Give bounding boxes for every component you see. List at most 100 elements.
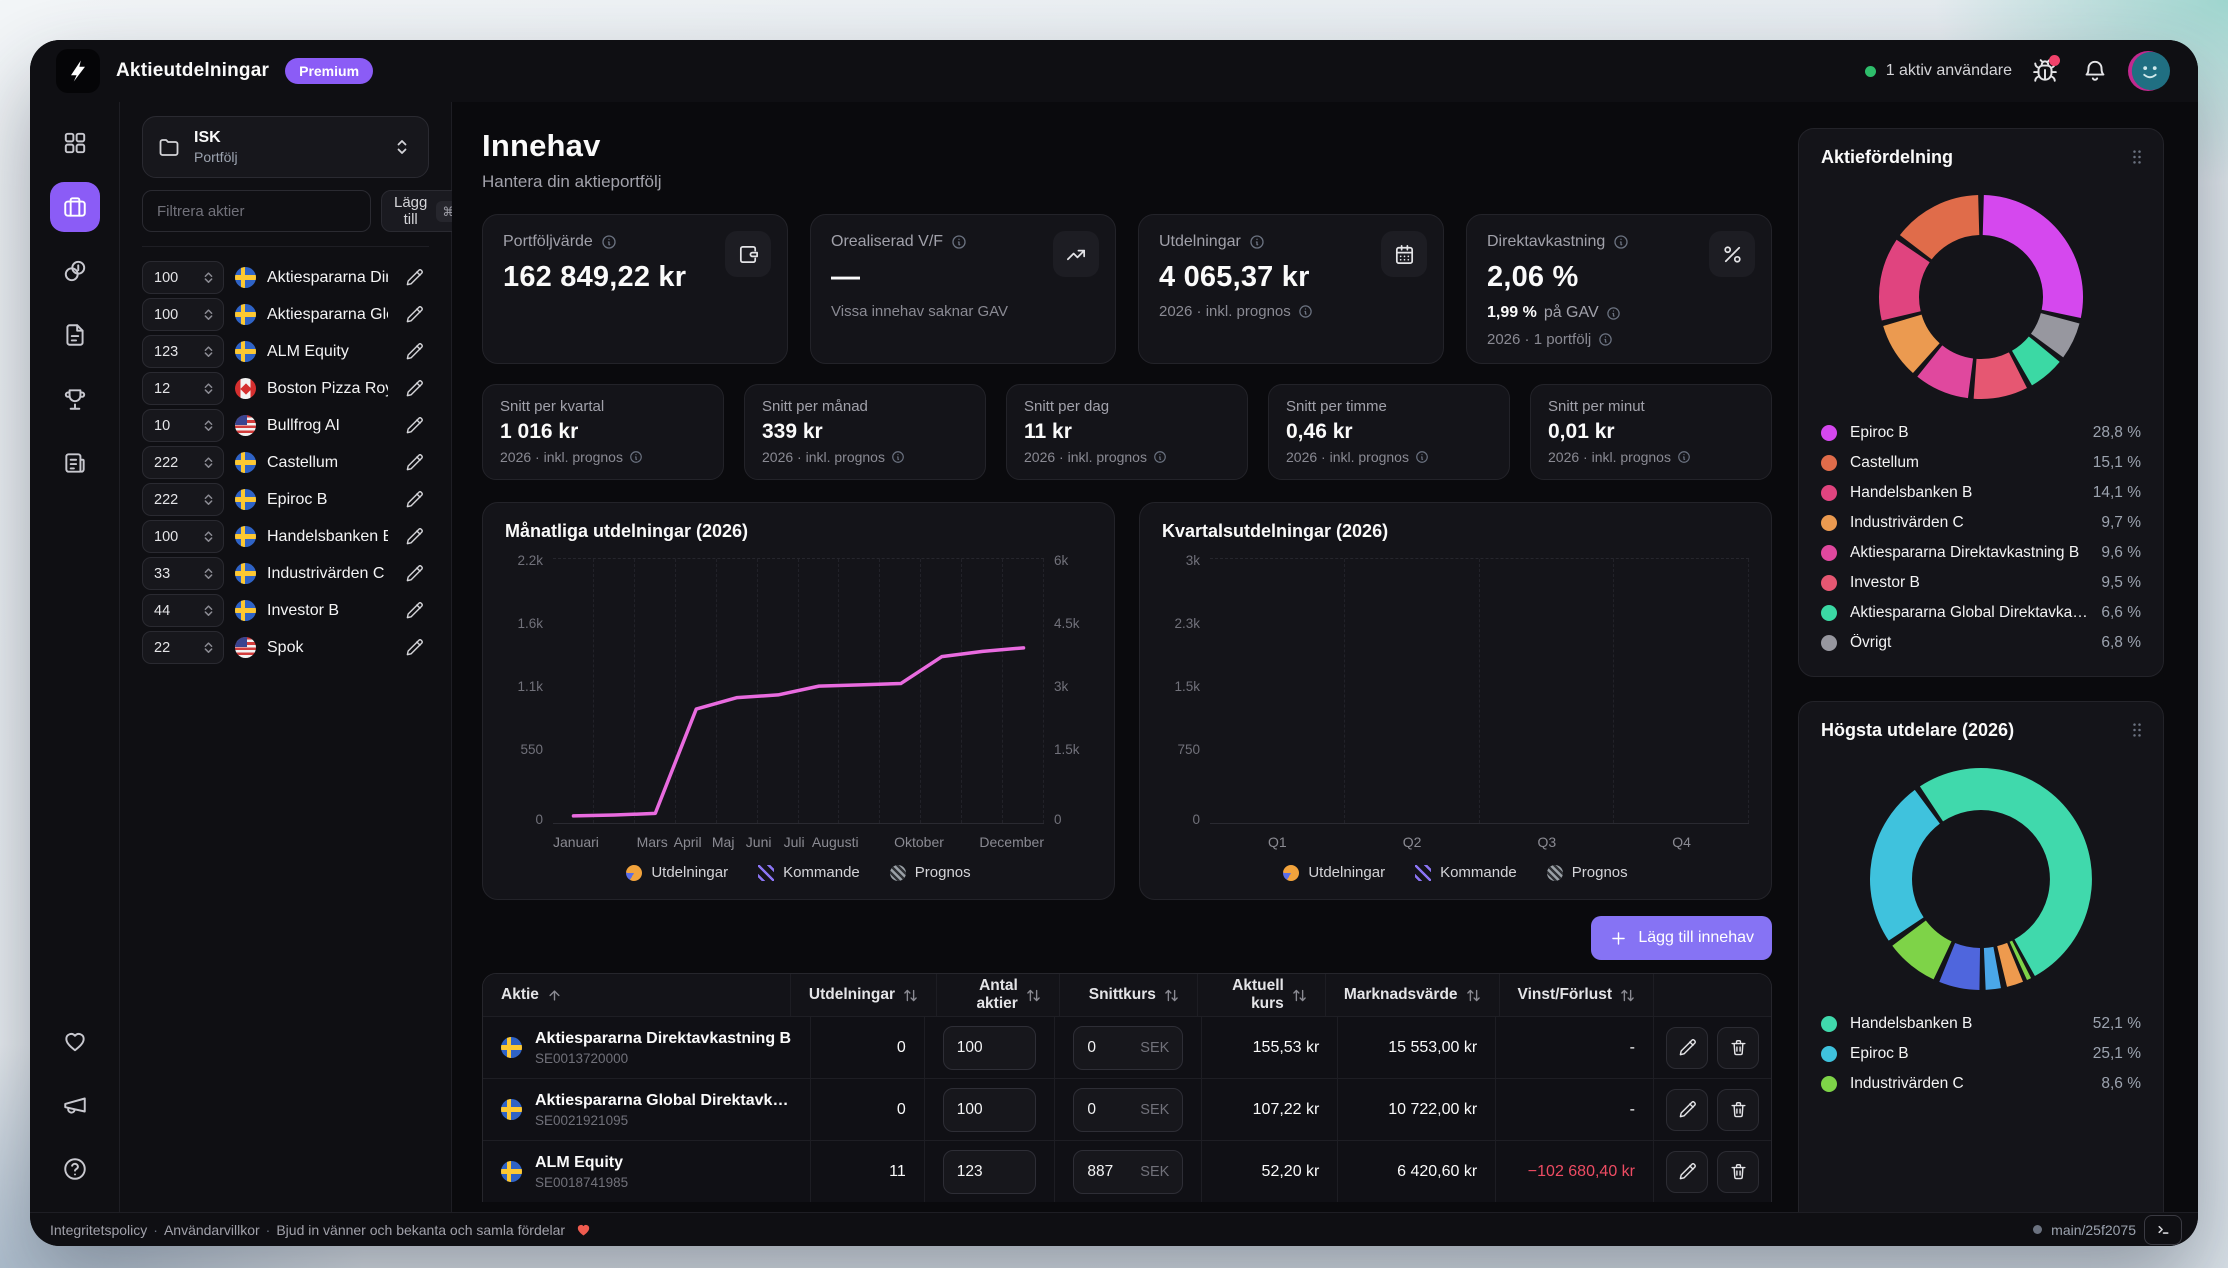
column-header-kurs[interactable]: Aktuell kurs — [1197, 974, 1325, 1016]
stats-row: Portföljvärde 162 849,22 kr Orealiserad … — [482, 214, 1772, 364]
info-icon[interactable] — [1598, 332, 1613, 347]
quantity-stepper[interactable]: 100 — [142, 520, 224, 553]
chart-legend: Utdelningar Kommande Prognos — [1162, 864, 1749, 881]
column-header-aktie[interactable]: Aktie — [483, 974, 790, 1016]
quantity-stepper[interactable]: 222 — [142, 446, 224, 479]
nav-portfolio[interactable] — [50, 182, 100, 232]
bug-report-button[interactable] — [2028, 54, 2062, 88]
footer-link[interactable]: Bjud in vänner och bekanta och samla för… — [276, 1222, 565, 1238]
filter-stocks-input[interactable] — [142, 190, 371, 232]
info-icon[interactable] — [1153, 450, 1167, 464]
info-icon[interactable] — [1415, 450, 1429, 464]
drag-handle[interactable] — [2123, 143, 2151, 171]
nav-dashboard[interactable] — [50, 118, 100, 168]
edit-stock-button[interactable] — [399, 522, 429, 552]
info-icon[interactable] — [951, 234, 967, 250]
edit-holding-button[interactable] — [1666, 1089, 1708, 1131]
edit-holding-button[interactable] — [1666, 1151, 1708, 1193]
monthly-dividends-chart: Månatliga utdelningar (2026) 2.2k1.6k1.1… — [482, 502, 1115, 900]
snittkurs-input[interactable]: 0SEK — [1073, 1088, 1183, 1132]
column-header-antal[interactable]: Antal aktier — [936, 974, 1059, 1016]
snittkurs-input[interactable]: 887SEK — [1073, 1150, 1183, 1194]
delete-holding-button[interactable] — [1717, 1027, 1759, 1069]
legend-item: Aktiespararna Global Direktavkastning B … — [1821, 598, 2141, 628]
nav-achievements[interactable] — [50, 374, 100, 424]
mini-stat-value: 1 016 kr — [500, 420, 706, 444]
column-header-varde[interactable]: Marknadsvärde — [1325, 974, 1499, 1016]
footer-link[interactable]: Integritetspolicy — [50, 1222, 147, 1238]
column-header-vf[interactable]: Vinst/Förlust — [1499, 974, 1653, 1016]
antal-input[interactable]: 123 — [943, 1150, 1037, 1194]
notifications-button[interactable] — [2078, 54, 2112, 88]
add-holding-button[interactable]: Lägg till innehav — [1591, 916, 1772, 960]
info-icon[interactable] — [1249, 234, 1265, 250]
portfolio-selector[interactable]: ISK Portfölj — [142, 116, 429, 178]
legend-item: Industrivärden C 9,7 % — [1821, 508, 2141, 538]
nav-reports[interactable] — [50, 310, 100, 360]
quantity-stepper[interactable]: 44 — [142, 594, 224, 627]
delete-holding-button[interactable] — [1717, 1151, 1759, 1193]
terminal-button[interactable] — [2144, 1215, 2182, 1245]
edit-stock-button[interactable] — [399, 263, 429, 293]
quantity-stepper[interactable]: 100 — [142, 298, 224, 331]
holdings-table-row: ALM Equity SE0018741985 11 123 887SEK 52… — [483, 1140, 1771, 1202]
antal-input[interactable]: 100 — [943, 1026, 1037, 1070]
info-icon[interactable] — [1677, 450, 1691, 464]
edit-stock-button[interactable] — [399, 448, 429, 478]
mini-stat-value: 11 kr — [1024, 420, 1230, 444]
bar-group — [1210, 559, 1344, 823]
drag-handle[interactable] — [2123, 716, 2151, 744]
mini-stat-card: Snitt per minut 0,01 kr 2026 · inkl. pro… — [1530, 384, 1772, 480]
edit-stock-button[interactable] — [399, 300, 429, 330]
quantity-stepper[interactable]: 10 — [142, 409, 224, 442]
help-icon — [62, 1156, 88, 1182]
quantity-stepper[interactable]: 33 — [142, 557, 224, 590]
info-icon[interactable] — [1606, 306, 1621, 321]
nav-dividends[interactable] — [50, 246, 100, 296]
nav-announcements[interactable] — [50, 1080, 100, 1130]
nav-help[interactable] — [50, 1144, 100, 1194]
nav-news[interactable] — [50, 438, 100, 488]
antal-input[interactable]: 100 — [943, 1088, 1037, 1132]
edit-stock-button[interactable] — [399, 411, 429, 441]
legend-label: Epiroc B — [1850, 424, 2080, 442]
legend-label: Investor B — [1850, 574, 2088, 592]
info-icon[interactable] — [629, 450, 643, 464]
stat-card-portfolio-value: Portföljvärde 162 849,22 kr — [482, 214, 788, 364]
legend-utdelningar-icon — [1283, 865, 1299, 881]
chart-legend: Utdelningar Kommande Prognos — [505, 864, 1092, 881]
pencil-icon — [405, 342, 424, 361]
snittkurs-input[interactable]: 0SEK — [1073, 1026, 1183, 1070]
info-icon[interactable] — [1298, 304, 1313, 319]
column-header-snittkurs[interactable]: Snittkurs — [1059, 974, 1197, 1016]
user-avatar[interactable] — [2128, 50, 2170, 92]
holdings-table-row: Aktiespararna Global Direktavkastning B … — [483, 1078, 1771, 1140]
nav-favorites[interactable] — [50, 1016, 100, 1066]
edit-stock-button[interactable] — [399, 633, 429, 663]
page-title: Innehav — [482, 128, 1772, 164]
footer-link[interactable]: Användarvillkor — [164, 1222, 260, 1238]
info-icon[interactable] — [891, 450, 905, 464]
info-icon[interactable] — [1613, 234, 1629, 250]
quantity-stepper[interactable]: 12 — [142, 372, 224, 405]
allocation-donut-chart — [1878, 194, 2084, 400]
info-icon[interactable] — [601, 234, 617, 250]
quantity-stepper[interactable]: 100 — [142, 261, 224, 294]
quantity-stepper[interactable]: 222 — [142, 483, 224, 516]
edit-stock-button[interactable] — [399, 485, 429, 515]
edit-holding-button[interactable] — [1666, 1027, 1708, 1069]
main-content: Innehav Hantera din aktieportfölj Portfö… — [452, 102, 2198, 1212]
legend-kommande-icon — [1415, 865, 1431, 881]
sort-icon — [903, 988, 918, 1003]
quantity-stepper[interactable]: 123 — [142, 335, 224, 368]
edit-stock-button[interactable] — [399, 596, 429, 626]
column-header-utdelningar[interactable]: Utdelningar — [790, 974, 936, 1016]
edit-stock-button[interactable] — [399, 337, 429, 367]
legend-prognos-icon — [1547, 865, 1563, 881]
quantity-stepper[interactable]: 22 — [142, 631, 224, 664]
edit-stock-button[interactable] — [399, 559, 429, 589]
app-title: Aktieutdelningar — [116, 60, 269, 82]
edit-stock-button[interactable] — [399, 374, 429, 404]
delete-holding-button[interactable] — [1717, 1089, 1759, 1131]
widgets-column: Aktiefördelning Epiroc B 28,8 % Castellu… — [1798, 128, 2164, 1212]
